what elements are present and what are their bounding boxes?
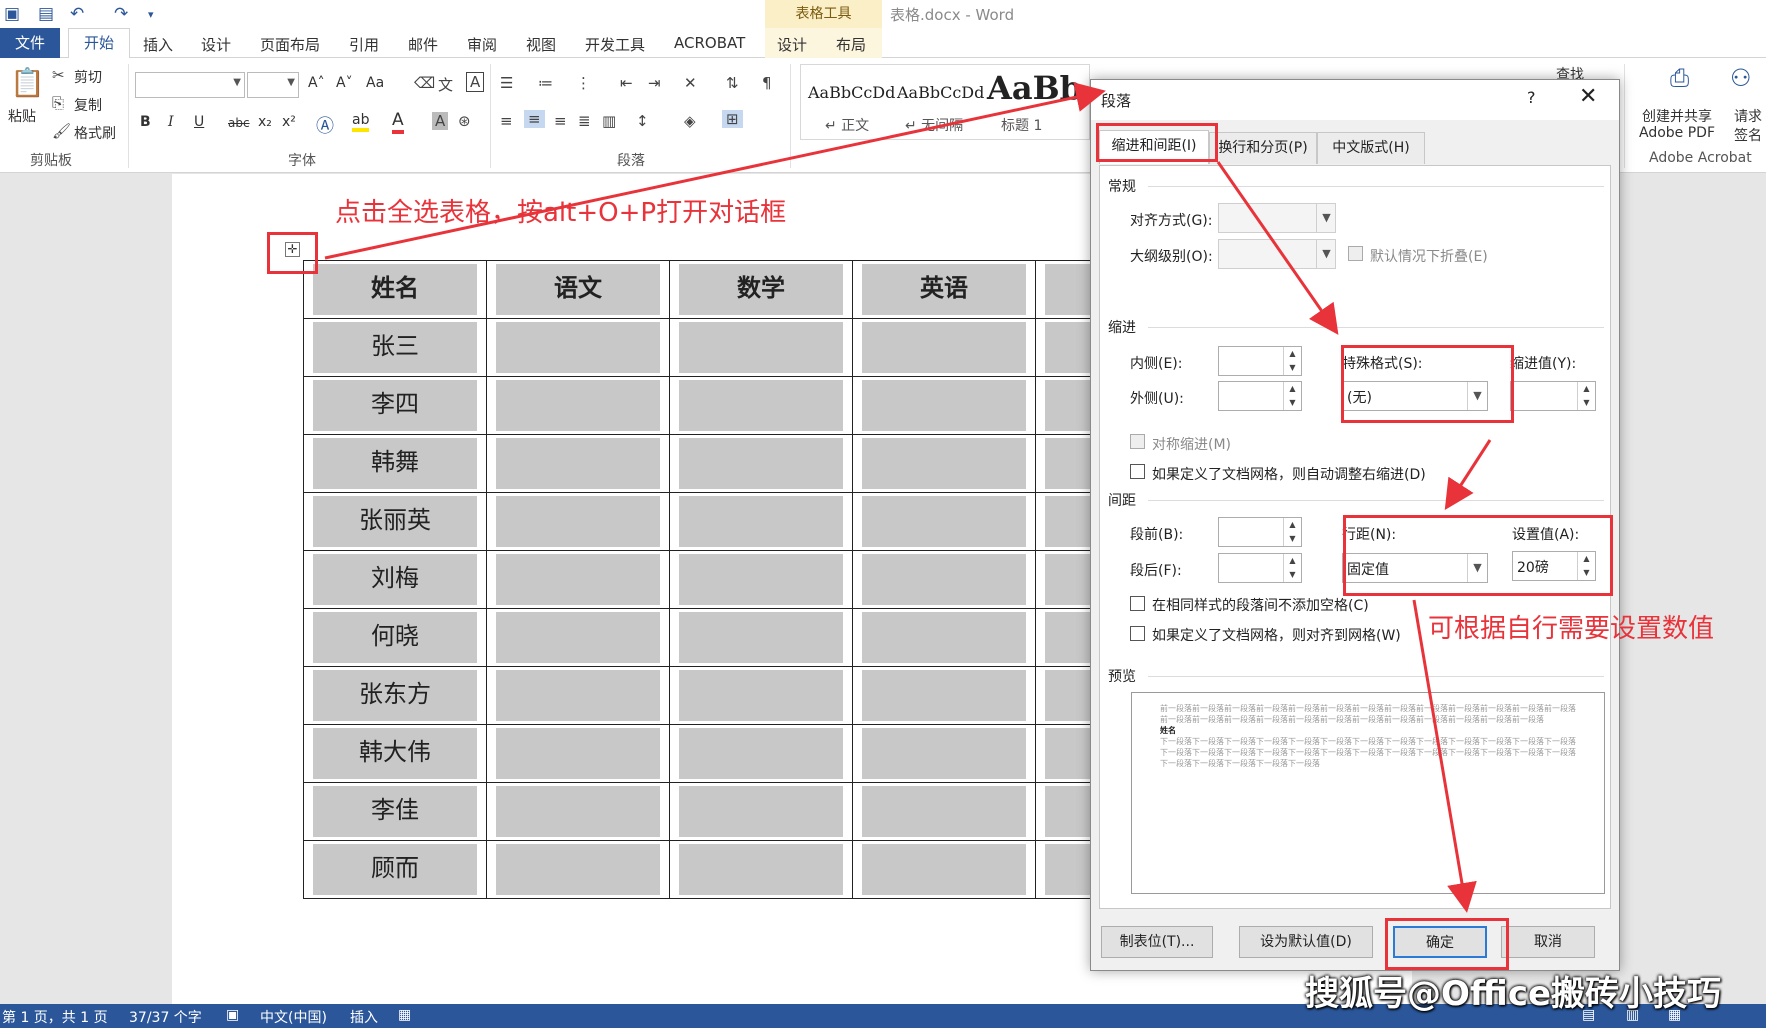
page-count[interactable]: 第 1 页，共 1 页 bbox=[2, 1007, 108, 1027]
arrow-to-line-spacing bbox=[1444, 439, 1492, 511]
language-status[interactable]: 中文(中国) bbox=[260, 1007, 327, 1027]
arrow-to-ok bbox=[1412, 599, 1477, 913]
watermark: 搜狐号@Office搬砖小技巧 bbox=[1305, 974, 1722, 1014]
annotation-arrows bbox=[324, 82, 1492, 913]
proofing-icon[interactable]: ▣ bbox=[226, 1007, 239, 1023]
arrow-to-special-indent bbox=[1216, 161, 1339, 335]
word-count[interactable]: 37/37 个字 bbox=[129, 1007, 202, 1027]
macro-icon[interactable]: ▦ bbox=[398, 1007, 411, 1023]
arrow-to-dialog bbox=[324, 82, 1106, 260]
insert-mode-status[interactable]: 插入 bbox=[350, 1007, 378, 1027]
